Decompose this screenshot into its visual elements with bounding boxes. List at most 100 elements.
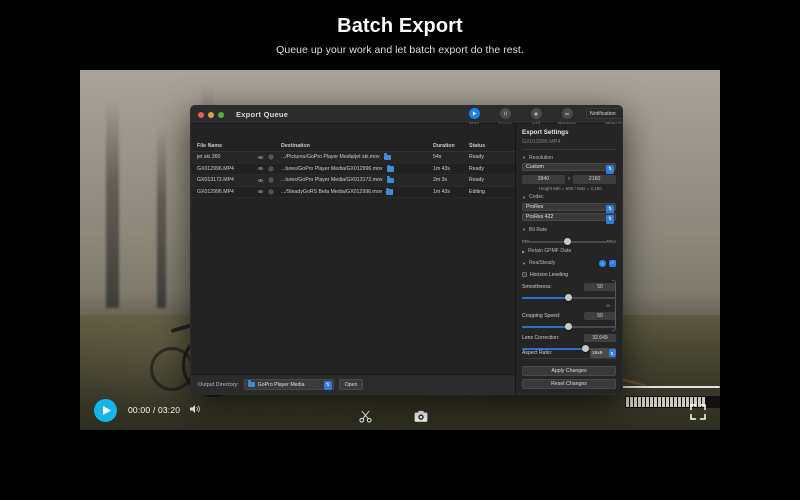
section-codec[interactable]: ▼ Codec — [522, 194, 616, 200]
close-icon[interactable] — [198, 111, 204, 118]
chevron-down-icon: ▼ — [522, 155, 526, 161]
check-icon[interactable]: ✓ — [609, 259, 616, 267]
resolution-preset-value: Custom — [526, 164, 544, 171]
editing-tools — [355, 406, 431, 426]
cell-duration: 1m 43s — [433, 165, 451, 172]
cell-destination: .../SteadyGoRS Beta Media/GX012996.mov — [281, 187, 433, 195]
notification-select[interactable]: Notification ⇅ — [586, 108, 622, 119]
queue-table-header: File Name Destination Duration Status — [191, 140, 515, 152]
cell-destination: .../Pictures/GoPro Player Media/jet ski.… — [281, 153, 433, 160]
apply-changes-button[interactable]: Apply Changes — [522, 366, 616, 376]
horizon-leveling-checkbox[interactable] — [522, 272, 527, 278]
output-directory-select[interactable]: GoPro Player Media ⇅ — [243, 379, 334, 390]
table-row[interactable]: GX012996.MP4 .../SteadyGoRS Beta Media/G… — [191, 186, 515, 198]
minimize-icon[interactable] — [208, 111, 214, 118]
lens-correction-slider[interactable] — [522, 344, 616, 353]
queue-spacer — [191, 124, 515, 140]
export-queue-panel: File Name Destination Duration Status je… — [191, 124, 516, 394]
window-traffic-lights[interactable] — [198, 111, 224, 118]
section-bitrate[interactable]: ▼ Bit Rate — [522, 227, 616, 233]
smoothness-slider[interactable] — [522, 293, 616, 302]
output-directory-bar: Output Directory: GoPro Player Media ⇅ O… — [191, 374, 515, 394]
gear-icon[interactable] — [268, 189, 274, 195]
row-action-icons[interactable] — [257, 177, 281, 183]
cell-filename: GX012996.MP4 — [197, 188, 234, 195]
export-queue-window[interactable]: Export Queue Start Pause Add Remove Noti… — [190, 105, 623, 395]
chevron-down-icon: ▼ — [522, 194, 526, 200]
eye-icon[interactable] — [257, 178, 264, 183]
section-realsteady[interactable]: ▼ RealSteady i ✓ — [522, 259, 616, 267]
eye-icon[interactable] — [257, 189, 264, 194]
resolution-width-input[interactable]: 3840 — [522, 174, 565, 184]
aspect-ratio-value: 16x9 — [592, 350, 603, 356]
play-button[interactable] — [94, 398, 117, 422]
lens-correction-row: Lens Correction: 32.649 — [522, 334, 616, 343]
resolution-preset-select[interactable]: Custom ⇅ — [522, 163, 616, 175]
eye-icon[interactable] — [257, 166, 264, 171]
chevron-updown-icon[interactable]: ⇅ — [323, 381, 332, 390]
pause-button[interactable]: Pause — [492, 108, 518, 126]
chevron-updown-icon[interactable]: ⇅ — [608, 349, 616, 358]
row-action-icons[interactable] — [257, 189, 281, 195]
start-button[interactable]: Start — [461, 108, 487, 126]
queue-empty-area — [191, 263, 515, 374]
window-titlebar[interactable]: Export Queue Start Pause Add Remove Noti… — [191, 106, 622, 126]
plus-icon — [534, 111, 538, 116]
play-icon — [102, 405, 111, 415]
cropping-speed-label: Cropping Speed: — [522, 313, 561, 320]
window-title: Export Queue — [236, 110, 289, 119]
reset-changes-button[interactable]: Reset Changes — [522, 379, 616, 389]
chevron-updown-icon[interactable]: ⇅ — [606, 215, 614, 225]
table-row[interactable]: jet ski.360 .../Pictures/GoPro Player Me… — [191, 152, 515, 164]
folder-icon[interactable] — [383, 153, 391, 160]
chevron-right-icon: ▶ — [522, 248, 526, 254]
info-icon[interactable]: i — [599, 259, 606, 267]
add-button[interactable]: Add — [523, 108, 549, 126]
page-subtitle: Queue up your work and let batch export … — [276, 43, 524, 56]
fullscreen-button[interactable] — [690, 404, 706, 420]
cell-duration: 1m 43s — [433, 188, 451, 195]
snapshot-button[interactable] — [411, 406, 431, 426]
notification-value: Notification — [590, 110, 616, 117]
table-row[interactable]: GX013172.MP4 ...tures/GoPro Player Media… — [191, 175, 515, 187]
section-gpmf[interactable]: ▶ Retain GPMF Data — [522, 248, 616, 254]
maximize-icon[interactable] — [218, 111, 224, 118]
folder-icon[interactable] — [386, 164, 394, 172]
remove-button[interactable]: Remove — [554, 108, 580, 126]
codec-profile-select[interactable]: ProRes 422 ⇅ — [522, 213, 616, 225]
link-infinity-icon: ∞ — [606, 303, 610, 310]
resolution-height-input[interactable]: 2160 — [573, 174, 616, 184]
time-display: 00:00 / 03:20 — [128, 405, 181, 415]
trim-button[interactable] — [355, 406, 375, 426]
row-action-icons[interactable] — [257, 166, 281, 172]
cropping-speed-slider[interactable] — [522, 322, 616, 331]
horizon-leveling-row[interactable]: Horizon Leveling — [522, 272, 616, 278]
codec-family-select[interactable]: ProRes ⇅ — [522, 202, 616, 214]
section-gpmf-label: Retain GPMF Data — [528, 248, 572, 255]
eye-icon[interactable] — [257, 155, 264, 160]
settings-title: Export Settings — [522, 129, 569, 136]
page-header: Batch Export Queue up your work and let … — [0, 0, 800, 70]
row-action-icons[interactable] — [257, 154, 281, 160]
chevron-updown-icon[interactable]: ⇅ — [606, 165, 614, 175]
aspect-ratio-select[interactable]: 16x9 ⇅ — [590, 348, 616, 358]
cropping-speed-slider-fill — [522, 326, 569, 328]
lens-correction-value[interactable]: 32.649 — [584, 334, 616, 343]
smoothness-slider-handle[interactable] — [565, 294, 573, 302]
gear-icon[interactable] — [268, 177, 274, 183]
open-button[interactable]: Open — [338, 379, 364, 390]
folder-icon[interactable] — [386, 187, 394, 195]
chevron-down-icon: ▼ — [522, 260, 526, 266]
gear-icon[interactable] — [268, 166, 274, 172]
volume-button[interactable] — [190, 401, 201, 419]
section-resolution-label: Resolution — [528, 154, 554, 161]
lens-correction-slider-fill — [522, 348, 586, 350]
section-resolution[interactable]: ▼ Resolution — [522, 155, 616, 161]
chevron-down-icon: ▼ — [522, 227, 526, 233]
cropping-speed-slider-handle[interactable] — [565, 323, 573, 331]
fullscreen-icon — [690, 404, 706, 420]
folder-icon[interactable] — [386, 176, 394, 183]
table-row[interactable]: GX012996.MP4 ...tures/GoPro Player Media… — [191, 163, 515, 175]
gear-icon[interactable] — [268, 154, 274, 160]
bitrate-slider[interactable] — [522, 237, 616, 246]
